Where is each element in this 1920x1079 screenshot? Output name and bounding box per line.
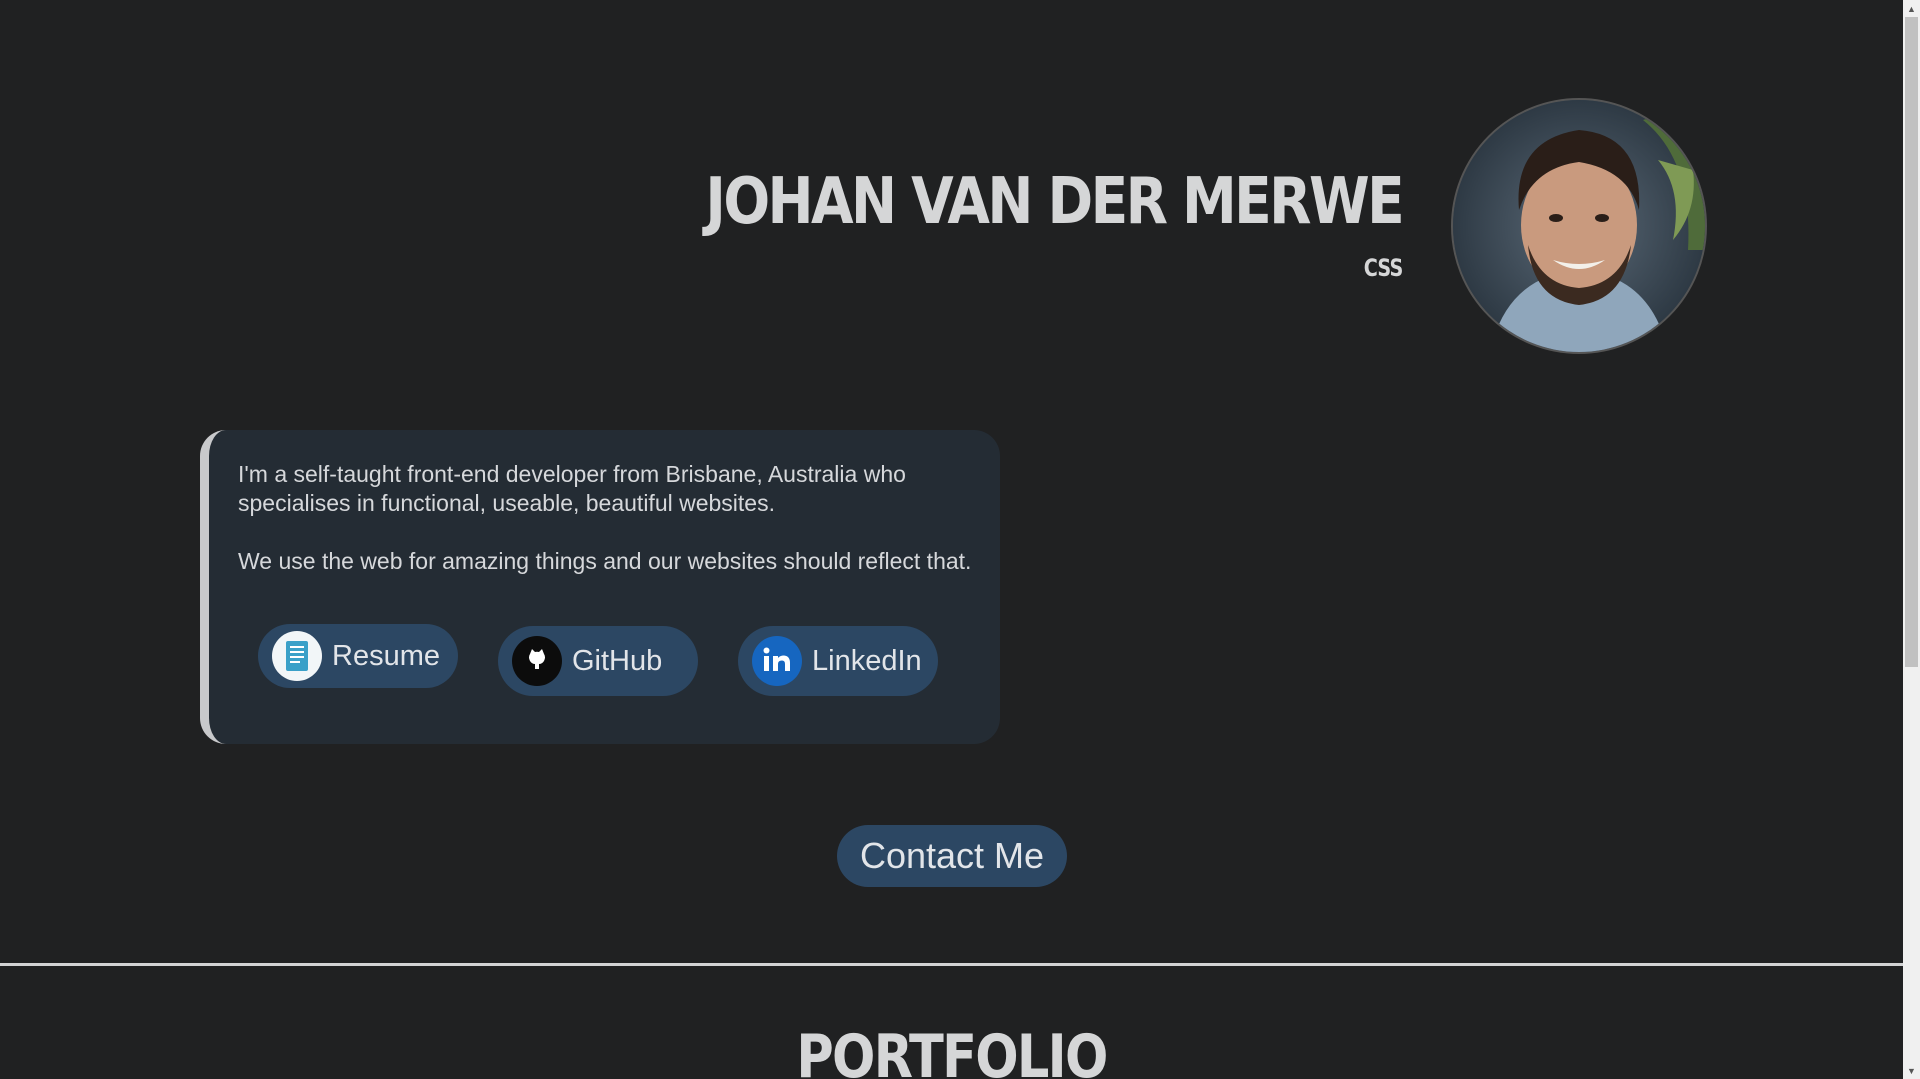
github-button[interactable]: GitHub (498, 626, 698, 696)
scroll-down-arrow-icon[interactable]: ▼ (1903, 1062, 1920, 1079)
portfolio-heading-text: Portfolio (796, 1022, 1108, 1079)
about-paragraph-1: I'm a self-taught front-end developer fr… (238, 461, 906, 516)
page: Johan van der Merwe CSS I'm a self-taugh… (0, 0, 1903, 1079)
document-icon (272, 631, 322, 681)
contact-button[interactable]: Contact Me (837, 825, 1067, 887)
github-icon (512, 636, 562, 686)
resume-button[interactable]: Resume (258, 624, 458, 688)
avatar (1451, 98, 1707, 354)
about-paragraph-2: We use the web for amazing things and ou… (238, 548, 972, 574)
linkedin-icon (752, 636, 802, 686)
profile-subtitle: CSS (1364, 254, 1404, 282)
about-card: I'm a self-taught front-end developer fr… (200, 430, 1000, 744)
avatar-photo (1453, 100, 1705, 352)
scrollbar-thumb[interactable] (1905, 17, 1918, 667)
linkedin-label: LinkedIn (812, 644, 922, 677)
linkedin-button[interactable]: LinkedIn (738, 626, 938, 696)
scroll-up-arrow-icon[interactable]: ▲ (1903, 0, 1920, 17)
vertical-scrollbar[interactable]: ▲ ▼ (1903, 0, 1920, 1079)
github-label: GitHub (572, 644, 663, 677)
section-divider (0, 963, 1903, 966)
resume-label: Resume (332, 639, 440, 672)
profile-name: Johan van der Merwe (705, 165, 1404, 239)
portfolio-heading: Portfolio (0, 1022, 1903, 1079)
